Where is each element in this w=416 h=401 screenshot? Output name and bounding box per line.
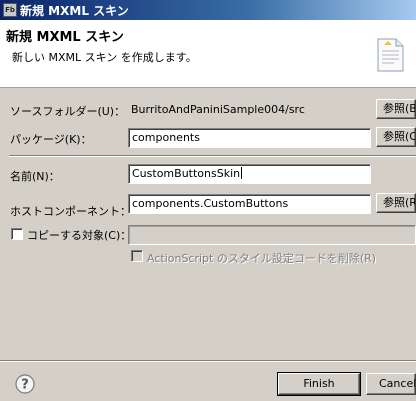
name-label: 名前(N)： <box>10 170 60 183</box>
browse-host-component-button[interactable]: 参照(R <box>376 193 416 213</box>
text-cursor <box>241 167 243 179</box>
remove-actionscript-checkbox[interactable] <box>131 250 143 262</box>
wizard-description: 新しい MXML スキン を作成します。 <box>12 51 197 64</box>
copy-from-label: コピーする対象(C)： <box>27 229 132 242</box>
wizard-heading: 新規 MXML スキン <box>6 30 124 45</box>
help-question-icon[interactable]: ? <box>15 374 35 394</box>
title-bar: Fb 新規 MXML スキン <box>0 0 416 20</box>
host-component-label: ホストコンポーネント： <box>10 205 131 218</box>
svg-text:?: ? <box>21 378 29 393</box>
copy-from-input[interactable] <box>128 225 416 245</box>
finish-button[interactable]: Finish <box>277 372 361 396</box>
host-component-input[interactable]: components.CustomButtons <box>128 194 371 214</box>
source-folder-value: BurritoAndPaniniSample004/src <box>131 103 305 116</box>
finish-label: Finish <box>303 377 335 390</box>
remove-actionscript-label: ActionScript のスタイル設定コードを削除(R) <box>147 252 377 265</box>
wizard-banner: 新規 MXML スキン 新しい MXML スキン を作成します。 <box>0 20 416 88</box>
copy-from-checkbox[interactable] <box>11 228 23 240</box>
name-input[interactable]: CustomButtonsSkin <box>128 164 371 184</box>
cancel-button[interactable]: Cancel <box>366 373 416 395</box>
browse-source-folder-button[interactable]: 参照(B <box>376 99 416 119</box>
browse-package-button[interactable]: 参照(O <box>376 127 416 147</box>
form-separator <box>9 155 416 157</box>
document-wizard-icon <box>377 38 404 72</box>
source-folder-label: ソースフォルダー(U)： <box>10 105 126 118</box>
footer-separator <box>0 360 416 362</box>
package-label: パッケージ(K)： <box>10 133 92 146</box>
package-input[interactable]: components <box>128 128 371 148</box>
window-title: 新規 MXML スキン <box>20 3 129 18</box>
name-input-text: CustomButtonsSkin <box>132 167 241 180</box>
app-icon: Fb <box>3 3 17 17</box>
